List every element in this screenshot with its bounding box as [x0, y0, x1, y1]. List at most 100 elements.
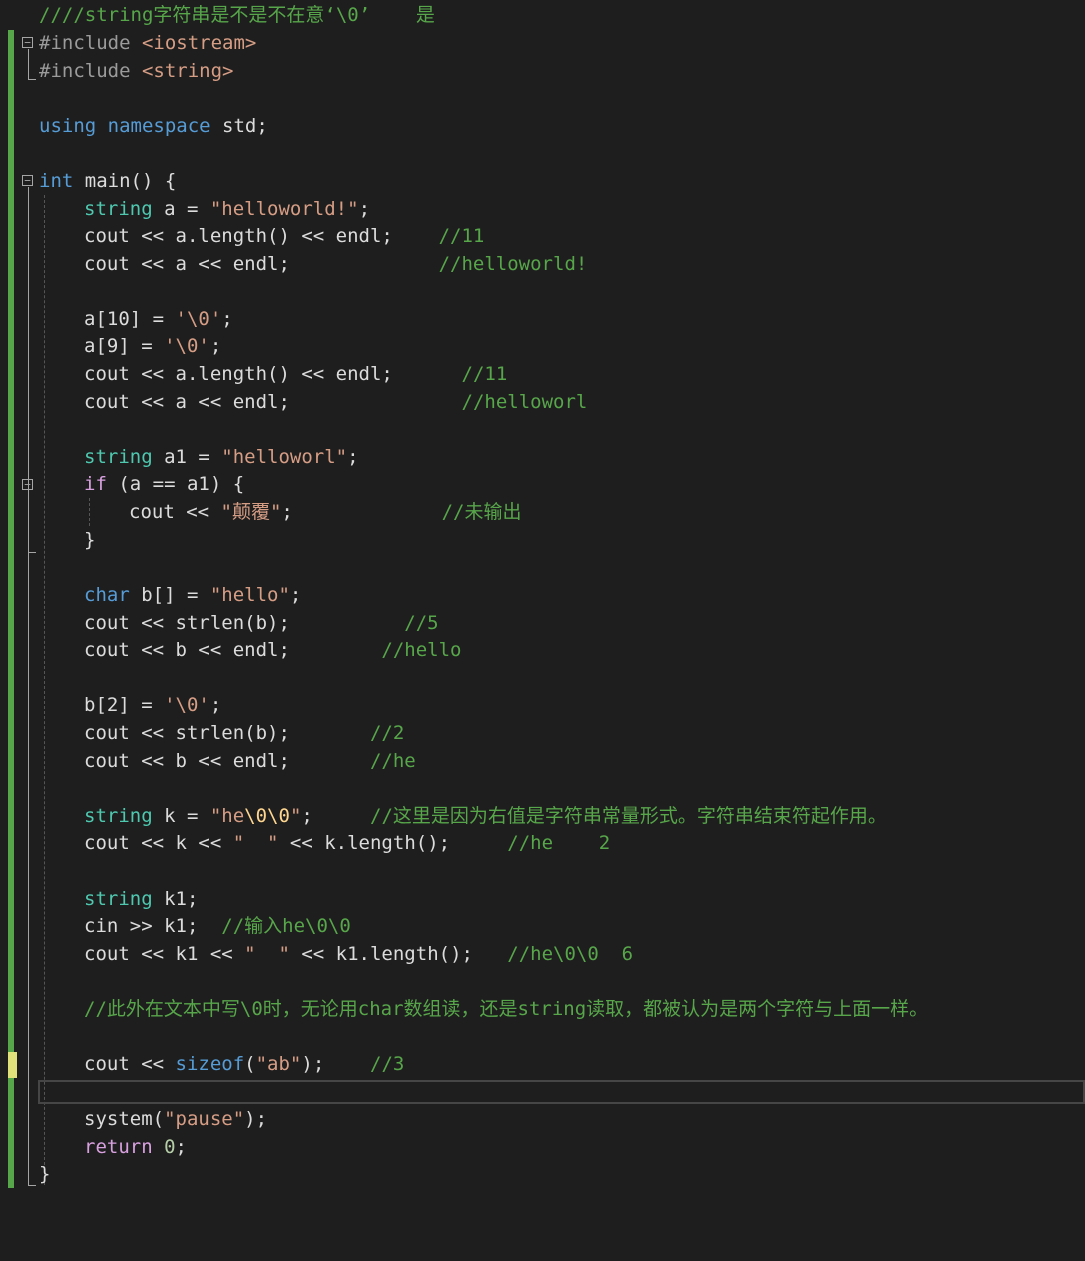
fold-guide-end [28, 1185, 36, 1186]
code-line[interactable]: string a1 = "helloworl"; [84, 443, 359, 471]
code-line[interactable]: ////string字符串是不是不在意‘\0’ 是 [39, 1, 435, 29]
code-token: ; [358, 198, 371, 220]
code-token: //这里是因为右值是字符串常量形式。字符串结束符起作用。 [370, 805, 887, 827]
code-editor[interactable]: − − − ////string字符串是不是不在意‘\0’ 是 #include … [0, 0, 1085, 1261]
code-token: } [39, 1163, 51, 1185]
code-line[interactable]: cin >> k1; //输入he\0\0 [84, 912, 351, 940]
code-token: b[] = [141, 584, 210, 606]
code-line[interactable]: cout << sizeof("ab"); //3 [84, 1050, 404, 1078]
code-line[interactable]: a[9] = '\0'; [84, 332, 221, 360]
code-token: cout << strlen(b); [84, 612, 405, 634]
code-line[interactable]: cout << "颠覆"; //未输出 [129, 498, 521, 526]
code-token: //此外在文本中写\0时，无论用char数组读，还是string读取，都被认为是… [84, 998, 929, 1020]
code-token: string [84, 198, 165, 220]
code-token: return [84, 1136, 165, 1158]
code-token: ); [301, 1053, 371, 1075]
code-token: cout << a << endl; [84, 253, 439, 275]
code-line[interactable]: char b[] = "hello"; [84, 581, 301, 609]
code-line[interactable]: } [84, 526, 95, 554]
code-token: system( [84, 1108, 165, 1130]
code-token: cout << a.length() << endl; [84, 363, 462, 385]
code-line[interactable]: cout << a.length() << endl; //11 [84, 222, 484, 250]
fold-guide-end [28, 552, 36, 553]
collapse-icon[interactable]: − [22, 479, 33, 490]
code-line[interactable]: cout << strlen(b); //2 [84, 719, 404, 747]
code-token: "pause" [164, 1108, 245, 1130]
code-line[interactable]: #include <string> [39, 57, 233, 85]
code-line[interactable]: cout << a << endl; //helloworld! [84, 250, 587, 278]
code-token: "helloworl" [221, 446, 348, 468]
code-token: #include [39, 60, 142, 82]
code-token: '\0' [164, 694, 210, 716]
code-token: int [39, 170, 85, 192]
code-token: cout << a.length() << endl; [84, 225, 439, 247]
code-token: //11 [438, 225, 485, 247]
code-line[interactable]: cout << b << endl; //hello [84, 636, 462, 664]
code-line[interactable]: cout << b << endl; //he [84, 747, 416, 775]
fold-guide-end [28, 79, 36, 80]
code-token: cout << a << endl; [84, 391, 462, 413]
code-token: } [84, 529, 96, 551]
collapse-icon[interactable]: − [22, 175, 33, 186]
code-line[interactable]: system("pause"); [84, 1105, 267, 1133]
code-token: ; [289, 584, 302, 606]
code-token: (a == a1) { [118, 473, 245, 495]
code-token: cout << [129, 501, 221, 523]
code-line[interactable]: cout << a.length() << endl; //11 [84, 360, 507, 388]
collapse-icon[interactable]: − [22, 37, 33, 48]
code-token: ); [244, 1108, 268, 1130]
indent-guide [44, 195, 45, 1185]
code-line[interactable]: a[10] = '\0'; [84, 305, 233, 333]
code-token: a1 = [164, 446, 222, 468]
code-token: //hello [381, 639, 462, 661]
code-line[interactable]: string a = "helloworld!"; [84, 195, 370, 223]
code-line[interactable]: } [39, 1160, 50, 1188]
code-token: ////string字符串是不是不在意‘\0’ 是 [39, 4, 435, 26]
code-token: << k1.length(); [289, 943, 508, 965]
code-token: ( [244, 1053, 256, 1075]
code-line[interactable]: string k = "he\0\0"; //这里是因为右值是字符串常量形式。字… [84, 802, 887, 830]
code-token: a[9] = [84, 335, 165, 357]
code-token: "hello" [209, 584, 290, 606]
code-token: #include [39, 32, 142, 54]
code-token: "颠覆" [220, 501, 282, 523]
code-line[interactable]: int main() { [39, 167, 176, 195]
code-line[interactable]: cout << a << endl; //helloworl [84, 388, 587, 416]
code-line[interactable]: //此外在文本中写\0时，无论用char数组读，还是string读取，都被认为是… [84, 995, 928, 1023]
unsaved-change-marker [8, 1052, 17, 1078]
code-token: << k.length(); [278, 832, 508, 854]
code-token: k = [164, 805, 210, 827]
code-token: cin >> k1; [84, 915, 222, 937]
code-token: \0\0 [244, 805, 290, 827]
code-line[interactable]: using namespace std; [39, 112, 268, 140]
code-token: cout << b << endl; [84, 750, 370, 772]
code-token: '\0' [175, 308, 222, 330]
code-line[interactable]: string k1; [84, 885, 198, 913]
code-line[interactable]: #include <iostream> [39, 29, 256, 57]
code-token: sizeof [175, 1053, 245, 1075]
code-line[interactable]: if (a == a1) { [84, 470, 244, 498]
code-token: //helloworl [461, 391, 588, 413]
code-token: "helloworld!" [209, 198, 359, 220]
code-token: <iostream> [141, 32, 257, 54]
code-token: char [84, 584, 142, 606]
code-line[interactable]: return 0; [84, 1133, 187, 1161]
code-token: cout << strlen(b); [84, 722, 370, 744]
code-token: cout << b << endl; [84, 639, 382, 661]
code-token: a[10] = [84, 308, 176, 330]
indent-guide [89, 498, 90, 526]
change-indicator-bar [8, 30, 14, 1188]
fold-guide [28, 49, 29, 79]
code-token: //he [369, 750, 416, 772]
code-line[interactable]: cout << k << " " << k.length(); //he 2 [84, 829, 610, 857]
code-line[interactable]: cout << strlen(b); //5 [84, 609, 439, 637]
code-line[interactable]: b[2] = '\0'; [84, 691, 221, 719]
code-token: string [84, 446, 165, 468]
code-token: //he 2 [507, 832, 611, 854]
code-token: //helloworld! [438, 253, 588, 275]
code-line[interactable]: cout << k1 << " " << k1.length(); //he\0… [84, 940, 633, 968]
code-token: " " [244, 943, 290, 965]
code-token: cout << k << [84, 832, 233, 854]
code-token: b[2] = [84, 694, 165, 716]
code-token: 0 [164, 1136, 176, 1158]
